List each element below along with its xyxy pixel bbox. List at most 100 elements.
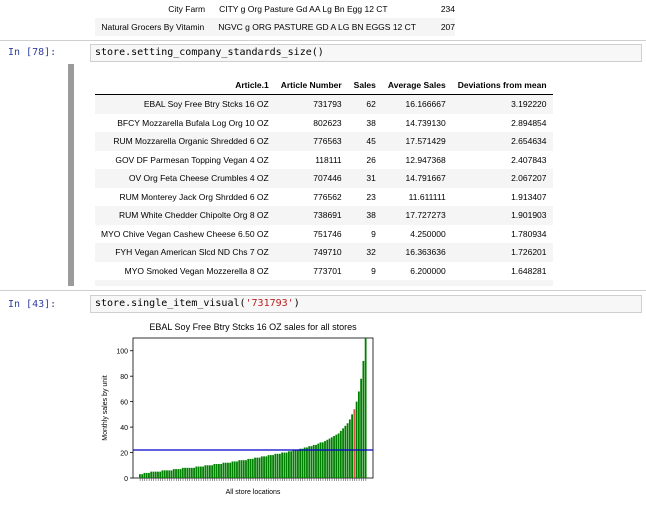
table-cell: BFCY Mozzarella Bufala Log Org 10 OZ — [117, 117, 269, 128]
bar — [206, 465, 209, 478]
bar — [195, 466, 198, 478]
article-name: NGVC g ORG PASTURE GD A LG BN EGGS 12 CT — [218, 22, 416, 32]
scrollbar-thumb[interactable] — [68, 64, 74, 286]
y-tick-label: 0 — [124, 476, 128, 483]
bar — [269, 455, 272, 478]
bar — [339, 430, 342, 478]
bar — [172, 469, 175, 478]
bar — [199, 466, 202, 478]
bar — [348, 419, 351, 478]
code-input-78[interactable]: store.setting_company_standards_size() — [90, 44, 642, 62]
bar — [324, 441, 326, 478]
bar — [267, 455, 270, 478]
table-row: RUM Mozzarella Organic Shredded 6 OZ 7765… — [95, 132, 553, 151]
table-cell: 707446 — [274, 169, 348, 188]
bar — [283, 452, 286, 478]
bar — [229, 462, 232, 478]
bar — [335, 434, 338, 478]
article-name: CITY g Org Pasture Gd AA Lg Bn Egg 12 CT — [219, 4, 388, 14]
bar — [242, 460, 245, 478]
table-row: MYO Smoked Vegan Mozzerella 8 OZ 773701 9 6… — [95, 262, 553, 281]
bar-chart-svg: EBAL Soy Free Btry Stcks 16 OZ sales for… — [102, 322, 374, 496]
bar — [211, 465, 214, 478]
y-tick-label: 60 — [120, 400, 128, 407]
bar — [197, 466, 200, 478]
table-cell: 16.363636 — [381, 243, 452, 262]
table-cell: 118111 — [315, 154, 342, 165]
bar — [278, 453, 281, 478]
bar — [170, 470, 173, 478]
chart-title: EBAL Soy Free Btry Stcks 16 OZ sales for… — [149, 322, 357, 332]
x-axis-label: All store locations — [226, 489, 281, 496]
bar — [251, 458, 254, 478]
bar — [193, 467, 195, 478]
table-cell: 9 — [371, 265, 376, 276]
bar — [263, 456, 265, 478]
bar — [202, 466, 205, 478]
table-cell: 38 — [347, 206, 382, 225]
bar — [326, 439, 329, 478]
code-text-suffix: ) — [293, 298, 300, 309]
bar — [152, 471, 155, 478]
bar — [163, 470, 166, 478]
bar — [227, 462, 229, 478]
cell-divider — [0, 290, 646, 291]
table-cell: 751746 — [313, 228, 342, 239]
cell-divider — [0, 40, 646, 41]
bar — [294, 450, 297, 478]
bar — [177, 469, 180, 478]
bar — [240, 460, 243, 478]
table-cell: 38 — [366, 117, 376, 128]
bar — [346, 423, 349, 478]
bar — [218, 464, 220, 478]
code-text: store.setting_company_standards_size() — [95, 47, 324, 58]
table-cell: OV Org Feta Cheese Crumbles 4 OZ — [95, 169, 275, 188]
table-cell: 1.726201 — [451, 243, 553, 262]
bar — [265, 456, 268, 478]
table-cell: 62 — [347, 94, 382, 114]
bar — [236, 461, 238, 478]
bar — [310, 446, 313, 478]
bar — [213, 464, 216, 478]
code-input-43[interactable]: store.single_item_visual('731793') — [90, 295, 642, 313]
table-row: KG Cheddar Reserve 7 OZ7241957136.083333… — [95, 280, 553, 286]
table-cell: 776563 — [274, 132, 348, 151]
store-name: City Farm — [168, 4, 206, 14]
table-cell: 802623 — [313, 117, 342, 128]
output-scrollbar[interactable] — [68, 64, 74, 286]
bar — [141, 474, 144, 478]
table-cell: 32 — [347, 243, 382, 262]
y-tick-label: 100 — [116, 349, 128, 356]
bar — [297, 450, 299, 478]
bar — [247, 458, 250, 478]
table-cell: RUM White Chedder Chipolte Org 8 OZ — [95, 206, 275, 225]
table-cell: RUM Mozzarella Organic Shredded 6 OZ — [95, 132, 275, 151]
column-header: Average Sales — [381, 76, 452, 95]
table-cell: 2.894854 — [511, 117, 547, 128]
bar — [351, 414, 354, 478]
bar — [321, 442, 324, 478]
bar — [287, 451, 290, 478]
bar — [143, 472, 146, 478]
bar — [148, 472, 150, 478]
bar — [150, 471, 153, 478]
table-cell: 36.083333 — [381, 280, 452, 286]
bar — [157, 471, 159, 478]
table-row: MYO Chive Vegan Cashew Cheese 6.50 OZ 751… — [95, 225, 553, 244]
bar — [292, 450, 295, 478]
sales-chart: EBAL Soy Free Btry Stcks 16 OZ sales for… — [95, 318, 395, 501]
bar — [360, 378, 363, 478]
y-tick-label: 40 — [120, 425, 128, 432]
value-cell: 234 — [440, 4, 455, 14]
table-cell: 17.571429 — [381, 132, 452, 151]
table-cell: 1.913407 — [511, 191, 547, 202]
table-cell: 1.780934 — [511, 228, 547, 239]
table-cell: 14.739130 — [405, 117, 446, 128]
bar — [139, 474, 141, 478]
table-cell: 776562 — [313, 191, 342, 202]
bar — [342, 428, 344, 478]
bar — [306, 447, 308, 478]
bar — [281, 452, 284, 478]
bar — [233, 461, 236, 478]
bar — [333, 436, 335, 478]
